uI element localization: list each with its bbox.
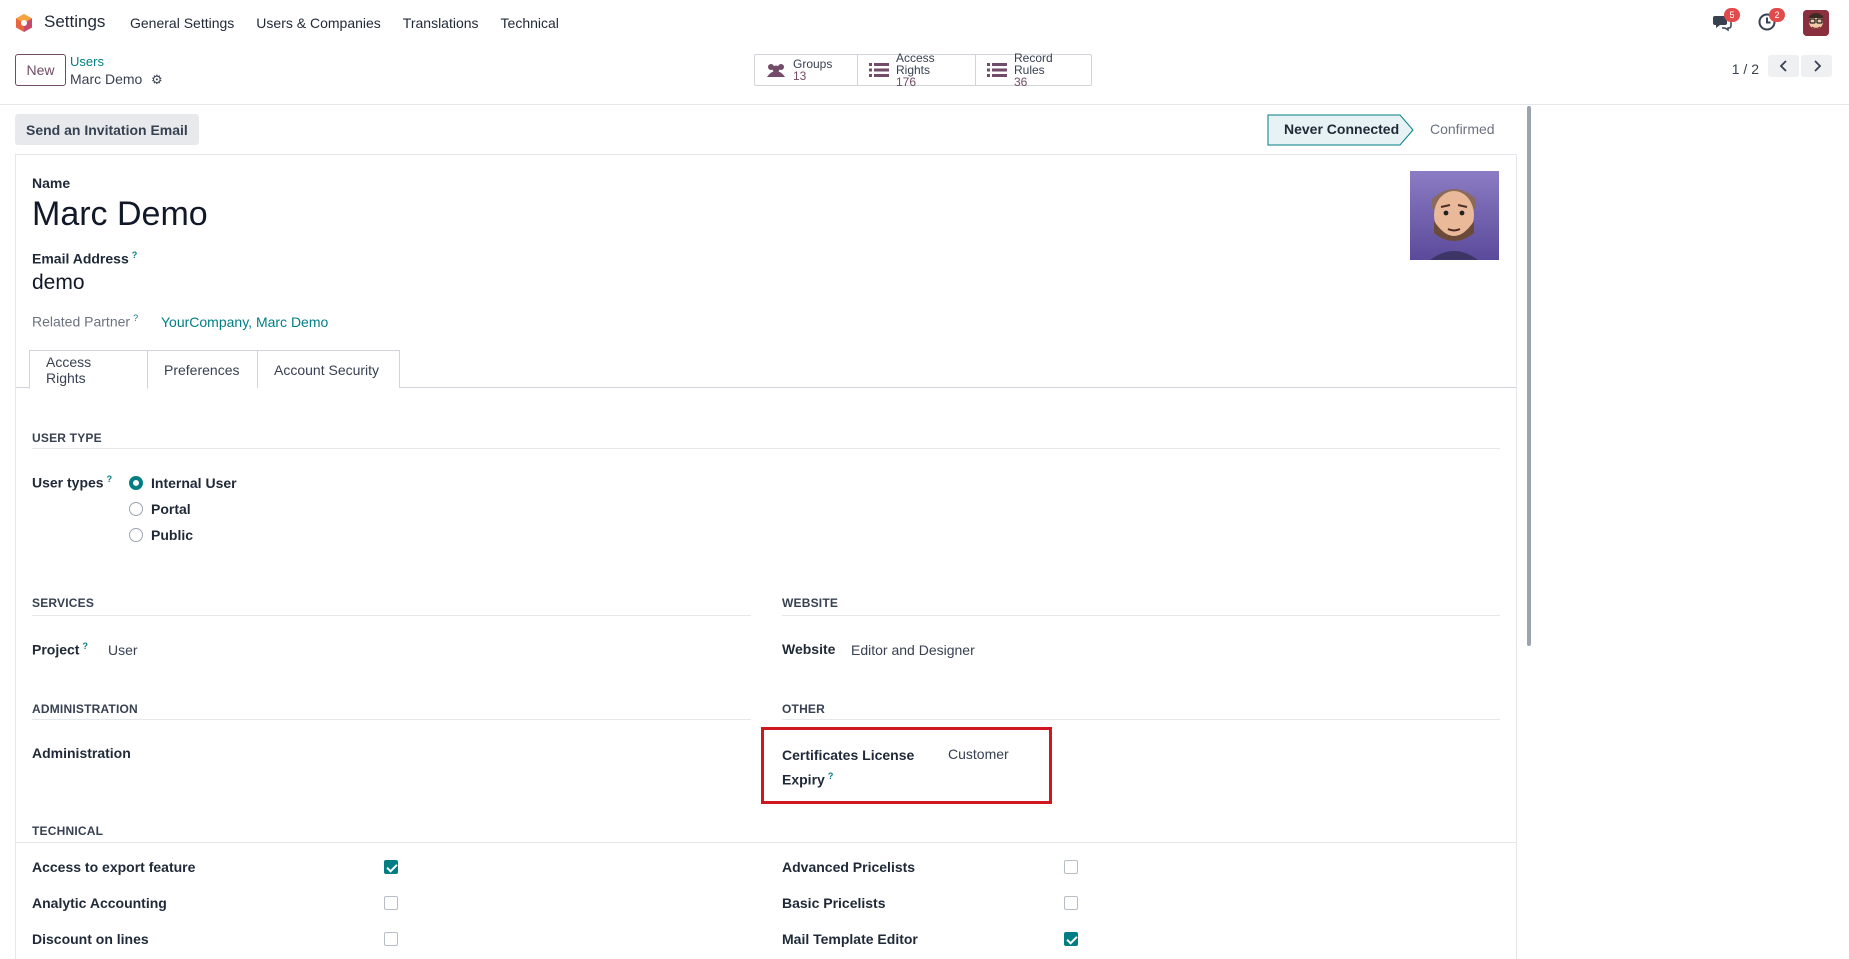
access-export-checkbox[interactable] (384, 860, 398, 874)
main-menu: General Settings Users & Companies Trans… (130, 15, 581, 31)
user-photo[interactable] (1410, 171, 1499, 260)
email-label: Email Address? (32, 250, 138, 267)
divider (32, 615, 751, 616)
activities-badge: 2 (1769, 8, 1785, 22)
stage-confirmed[interactable]: Confirmed (1430, 121, 1495, 137)
section-technical: TECHNICAL (32, 824, 104, 838)
project-label: Project? (32, 641, 88, 658)
section-user-type: USER TYPE (32, 431, 102, 445)
user-avatar[interactable] (1803, 10, 1829, 36)
smart-button-value: 13 (793, 69, 807, 83)
scrollbar[interactable] (1527, 106, 1531, 646)
user-types-label: User types? (32, 474, 113, 491)
radio-portal[interactable]: Portal (129, 501, 191, 517)
chevron-left-icon (1779, 60, 1787, 72)
mail-template-editor-checkbox[interactable] (1064, 932, 1078, 946)
discount-lines-label: Discount on lines (32, 931, 149, 947)
top-navbar: Settings General Settings Users & Compan… (0, 0, 1849, 46)
related-partner-link[interactable]: YourCompany, Marc Demo (161, 314, 328, 330)
analytic-accounting-label: Analytic Accounting (32, 895, 167, 911)
email-field[interactable]: demo (32, 271, 85, 295)
administration-label: Administration (32, 745, 131, 761)
app-name[interactable]: Settings (44, 12, 105, 32)
divider (32, 448, 1500, 449)
breadcrumb-current: Marc Demo (70, 71, 143, 87)
analytic-accounting-checkbox[interactable] (384, 896, 398, 910)
project-select[interactable]: User (108, 642, 138, 658)
pager-previous-button[interactable] (1768, 55, 1799, 77)
radio-internal-user[interactable]: Internal User (129, 475, 237, 491)
pager-next-button[interactable] (1801, 55, 1832, 77)
groups-smart-button[interactable]: Groups 13 (755, 55, 858, 85)
chevron-right-icon (1813, 60, 1821, 72)
section-website: WEBSITE (782, 596, 839, 610)
notebook-tabs: Access Rights Preferences Account Securi… (16, 350, 1516, 389)
tab-account-security[interactable]: Account Security (258, 350, 400, 388)
smart-button-value: 36 (1014, 75, 1028, 89)
pager-value[interactable]: 1 / 2 (1732, 61, 1759, 77)
gear-icon[interactable]: ⚙ (151, 72, 163, 88)
divider (782, 615, 1500, 616)
help-icon[interactable]: ? (132, 250, 138, 260)
send-invitation-button[interactable]: Send an Invitation Email (15, 114, 199, 145)
users-icon (765, 61, 787, 79)
basic-pricelists-checkbox[interactable] (1064, 896, 1078, 910)
divider (32, 719, 751, 720)
divider (782, 719, 1500, 720)
record-rules-smart-button[interactable]: Record Rules 36 (976, 51, 1091, 89)
control-panel: New Users Marc Demo ⚙ Groups 13 Access R… (0, 46, 1849, 105)
odoo-logo-icon[interactable] (14, 13, 34, 33)
highlight-box (761, 727, 1052, 804)
stage-never-connected[interactable]: Never Connected (1267, 114, 1414, 146)
access-rights-smart-button[interactable]: Access Rights 176 (858, 51, 976, 89)
mail-template-editor-label: Mail Template Editor (782, 931, 918, 947)
smart-button-label: Access Rights (896, 51, 935, 77)
section-services: SERVICES (32, 596, 95, 610)
help-icon[interactable]: ? (82, 641, 88, 651)
section-other: OTHER (782, 702, 825, 716)
section-administration: ADMINISTRATION (32, 702, 138, 716)
website-label: Website (782, 641, 836, 657)
tab-preferences[interactable]: Preferences (148, 350, 258, 388)
help-icon[interactable]: ? (133, 313, 138, 323)
messages-badge: 5 (1724, 8, 1740, 22)
menu-technical[interactable]: Technical (501, 15, 559, 31)
status-bar: Send an Invitation Email Never Connected… (15, 114, 1517, 146)
help-icon[interactable]: ? (107, 474, 113, 484)
smart-button-value: 176 (896, 75, 917, 89)
name-field[interactable]: Marc Demo (32, 195, 208, 234)
access-export-label: Access to export feature (32, 859, 196, 875)
related-partner-label: Related Partner? (32, 313, 139, 330)
new-button[interactable]: New (15, 54, 66, 86)
smart-buttons: Groups 13 Access Rights 176 Record Rules… (754, 51, 1092, 89)
menu-users-companies[interactable]: Users & Companies (256, 15, 381, 31)
breadcrumb-users[interactable]: Users (70, 54, 104, 69)
list-icon (868, 61, 890, 79)
stage-active-label: Never Connected (1284, 121, 1400, 137)
divider (16, 842, 1516, 843)
smart-button-label: Record Rules (1014, 51, 1053, 77)
discount-lines-checkbox[interactable] (384, 932, 398, 946)
list-icon (986, 61, 1008, 79)
radio-button[interactable] (129, 476, 143, 490)
basic-pricelists-label: Basic Pricelists (782, 895, 886, 911)
radio-button[interactable] (129, 528, 143, 542)
messages-icon[interactable]: 5 (1712, 8, 1740, 34)
radio-button[interactable] (129, 502, 143, 516)
radio-public[interactable]: Public (129, 527, 193, 543)
tab-access-rights[interactable]: Access Rights (29, 350, 148, 389)
name-label: Name (32, 175, 71, 191)
menu-translations[interactable]: Translations (403, 15, 479, 31)
advanced-pricelists-checkbox[interactable] (1064, 860, 1078, 874)
form-sheet: Name Marc Demo Email Address? demo Relat… (15, 154, 1517, 959)
activities-clock-icon[interactable]: 2 (1757, 8, 1785, 34)
advanced-pricelists-label: Advanced Pricelists (782, 859, 916, 875)
website-select[interactable]: Editor and Designer (851, 642, 975, 658)
menu-general-settings[interactable]: General Settings (130, 15, 234, 31)
